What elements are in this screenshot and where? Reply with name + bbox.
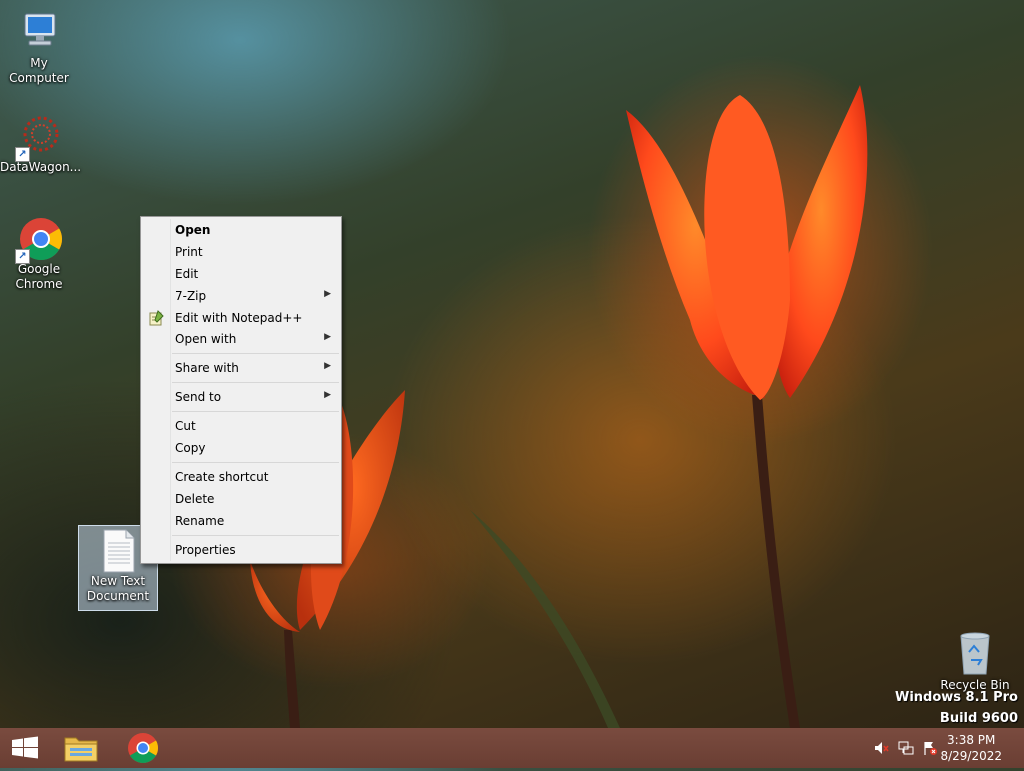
menu-separator (172, 411, 339, 412)
menu-item-rename[interactable]: Rename (143, 511, 339, 533)
clock-date: 8/29/2022 (940, 749, 1002, 763)
menu-item-cut[interactable]: Cut (143, 416, 339, 438)
menu-item-label: Properties (175, 543, 236, 557)
start-button[interactable] (0, 728, 50, 768)
menu-separator (172, 382, 339, 383)
context-menu: Open Print Edit 7-Zip ▶ Edit with Notepa… (140, 216, 342, 564)
shortcut-arrow-icon: ↗ (15, 249, 30, 264)
menu-item-send-to[interactable]: Send to ▶ (143, 387, 339, 409)
desktop-icon-label: Google Chrome (15, 262, 63, 291)
menu-item-open-with[interactable]: Open with ▶ (143, 329, 339, 351)
desktop-icon-label: DataWagon... (0, 160, 82, 174)
menu-item-label: Cut (175, 419, 196, 433)
my-computer-icon (15, 8, 63, 56)
menu-item-edit-with-notepad-plus-plus[interactable]: Edit with Notepad++ (143, 308, 339, 330)
recycle-bin-icon (951, 630, 999, 678)
submenu-arrow-icon: ▶ (324, 289, 331, 299)
submenu-arrow-icon: ▶ (324, 332, 331, 342)
menu-separator (172, 353, 339, 354)
menu-item-label: Delete (175, 492, 215, 506)
menu-item-copy[interactable]: Copy (143, 438, 339, 460)
menu-item-label: Edit with Notepad++ (175, 311, 303, 325)
menu-item-edit[interactable]: Edit (143, 264, 339, 286)
menu-item-label: Open with (175, 332, 237, 346)
menu-item-share-with[interactable]: Share with ▶ (143, 358, 339, 380)
chrome-icon: ↗ (15, 214, 63, 264)
text-document-icon (94, 526, 142, 574)
notepad-plus-plus-icon (148, 310, 164, 326)
menu-item-7zip[interactable]: 7-Zip ▶ (143, 286, 339, 308)
menu-item-label: Share with (175, 361, 239, 375)
datawagon-icon: ↗ (15, 112, 63, 162)
menu-item-label: Rename (175, 514, 225, 528)
menu-item-label: Print (175, 245, 203, 259)
file-explorer-icon (64, 737, 98, 762)
menu-item-properties[interactable]: Properties (143, 540, 339, 562)
menu-item-label: Edit (175, 267, 199, 281)
volume-muted-icon[interactable] (873, 740, 889, 756)
taskbar: 3:38 PM 8/29/2022 (0, 728, 1024, 768)
menu-item-delete[interactable]: Delete (143, 489, 339, 511)
network-icon[interactable] (898, 740, 914, 756)
taskbar-clock[interactable]: 3:38 PM 8/29/2022 (940, 732, 1002, 764)
windows-watermark-line1: Windows 8.1 Pro (895, 690, 1018, 705)
menu-item-label: Send to (175, 390, 222, 404)
windows-start-icon (12, 736, 38, 759)
windows-watermark-line2: Build 9600 (939, 711, 1018, 726)
submenu-arrow-icon: ▶ (324, 361, 331, 371)
menu-item-create-shortcut[interactable]: Create shortcut (143, 467, 339, 489)
menu-item-label: Copy (175, 441, 206, 455)
desktop-icon-my-computer[interactable]: My Computer (0, 8, 78, 86)
menu-item-label: Create shortcut (175, 470, 269, 484)
shortcut-arrow-icon: ↗ (15, 147, 30, 162)
desktop-icon-label: New Text Document (86, 574, 150, 603)
menu-separator (172, 535, 339, 536)
desktop-icon-recycle-bin[interactable]: Recycle Bin (936, 630, 1014, 693)
action-center-flag-icon[interactable] (922, 740, 938, 756)
submenu-arrow-icon: ▶ (324, 390, 331, 400)
clock-time: 3:38 PM (947, 733, 996, 747)
desktop-icon-datawagon[interactable]: ↗ DataWagon... (0, 112, 82, 175)
desktop-icon-google-chrome[interactable]: ↗ Google Chrome (0, 214, 78, 292)
menu-item-label: Open (175, 223, 211, 237)
menu-item-print[interactable]: Print (143, 242, 339, 264)
taskbar-file-explorer-button[interactable] (56, 728, 106, 768)
taskbar-chrome-button[interactable] (118, 728, 168, 768)
menu-separator (172, 462, 339, 463)
menu-item-open[interactable]: Open (143, 220, 339, 242)
desktop-icon-label: My Computer (9, 56, 69, 85)
menu-item-label: 7-Zip (175, 289, 207, 303)
chrome-icon (128, 733, 159, 764)
